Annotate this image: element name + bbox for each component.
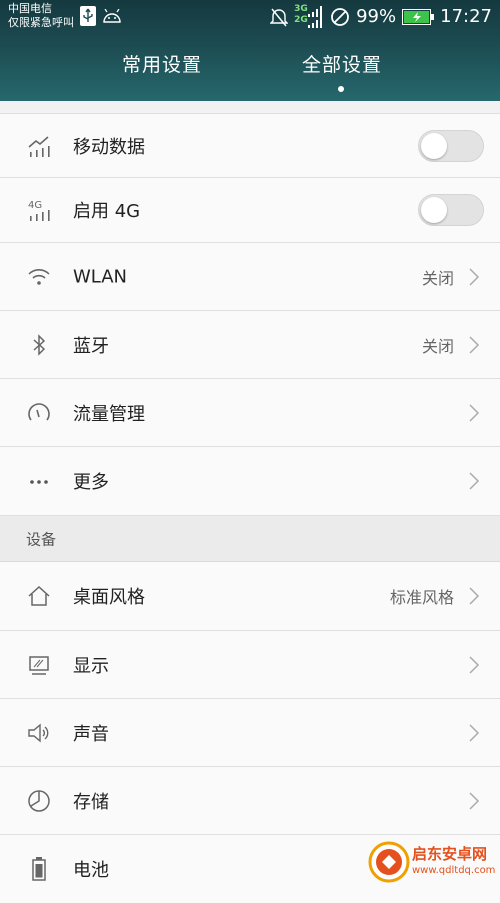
setting-bluetooth[interactable]: 蓝牙 关闭 [0, 311, 500, 379]
setting-label: 显示 [73, 655, 109, 677]
site-watermark: 启东安卓网 www.qdltdq.com [368, 841, 496, 885]
signal-4g-icon: 4G [28, 200, 50, 221]
active-tab-indicator [338, 86, 344, 92]
setting-value: 关闭 [421, 336, 454, 356]
watermark-name: 启东安卓网 [412, 845, 488, 863]
watermark-url: www.qdltdq.com [412, 865, 496, 876]
clock: 17:27 [440, 6, 492, 27]
battery-charging-icon [402, 9, 435, 25]
section-label: 设备 [26, 530, 57, 548]
setting-label: 启用 4G [73, 201, 141, 222]
setting-mobile-data[interactable]: 移动数据 [0, 114, 500, 178]
setting-label: 桌面风格 [73, 587, 145, 608]
tab-all-settings[interactable]: 全部设置 [302, 50, 382, 77]
setting-data-usage[interactable]: 流量管理 [0, 379, 500, 447]
chevron-right-icon [469, 267, 480, 286]
display-icon [29, 655, 49, 675]
tab-bar: 常用设置 全部设置 [0, 50, 500, 92]
carrier-status: 仅限紧急呼叫 [8, 16, 74, 29]
chevron-right-icon [469, 723, 480, 742]
usb-icon [80, 6, 96, 26]
chevron-right-icon [469, 655, 480, 674]
toggle-knob [421, 132, 447, 159]
sound-icon [28, 723, 49, 742]
chevron-right-icon [469, 472, 480, 490]
more-icon [30, 480, 48, 484]
chevron-right-icon [469, 335, 480, 354]
data-usage-icon [28, 402, 50, 420]
setting-storage[interactable]: 存储 [0, 767, 500, 835]
list-top-gap [0, 101, 500, 114]
setting-more[interactable]: 更多 [0, 447, 500, 516]
mobile-data-icon [28, 135, 50, 157]
setting-label: 声音 [73, 723, 109, 745]
signal-bars-icon [308, 6, 323, 28]
bluetooth-icon [33, 333, 46, 356]
setting-display[interactable]: 显示 [0, 631, 500, 699]
carrier-info: 中国电信 仅限紧急呼叫 [8, 2, 74, 30]
status-bar: 中国电信 仅限紧急呼叫 3G 2G 99% 17:27 [0, 0, 500, 34]
network-signal: 3G 2G [294, 4, 324, 28]
wifi-icon [28, 268, 50, 285]
setting-label: 存储 [73, 791, 109, 813]
tab-common-settings[interactable]: 常用设置 [122, 50, 202, 77]
setting-wlan[interactable]: WLAN 关闭 [0, 243, 500, 311]
status-icons: 3G 2G 99% 17:27 [270, 4, 492, 28]
carrier-name: 中国电信 [8, 2, 52, 15]
home-icon [28, 585, 50, 606]
chevron-right-icon [469, 403, 480, 422]
setting-label: 移动数据 [73, 136, 145, 158]
network-2g-label: 2G [294, 15, 308, 25]
setting-enable-4g[interactable]: 4G 启用 4G [0, 178, 500, 243]
enable-4g-toggle[interactable] [418, 194, 484, 226]
network-3g-label: 3G [294, 4, 308, 14]
setting-label: 更多 [73, 472, 109, 493]
header: 中国电信 仅限紧急呼叫 3G 2G 99% 17:27 常用设置 全部设置 [0, 0, 500, 101]
mobile-data-toggle[interactable] [418, 129, 484, 162]
setting-label: 蓝牙 [73, 335, 109, 357]
chevron-right-icon [469, 791, 480, 810]
setting-value: 标准风格 [389, 588, 454, 607]
storage-icon [28, 789, 50, 812]
setting-label: 流量管理 [73, 403, 145, 425]
setting-sound[interactable]: 声音 [0, 699, 500, 767]
svg-text:4G: 4G [28, 200, 42, 211]
setting-label: 电池 [73, 860, 109, 881]
setting-value: 关闭 [421, 268, 454, 288]
vibrate-off-icon [270, 8, 289, 27]
battery-icon [32, 857, 46, 881]
setting-label: WLAN [73, 266, 128, 287]
watermark-logo-icon [368, 841, 410, 883]
do-not-disturb-icon [331, 8, 350, 26]
android-debug-icon [103, 9, 121, 23]
section-header-device: 设备 [0, 516, 500, 562]
chevron-right-icon [469, 587, 480, 605]
battery-percent: 99% [356, 6, 397, 27]
toggle-knob [421, 197, 447, 223]
settings-list: 移动数据 4G 启用 4G WLAN 关闭 蓝牙 关闭 流量管理 更多 设备 桌… [0, 101, 500, 903]
setting-home-style[interactable]: 桌面风格 标准风格 [0, 562, 500, 631]
